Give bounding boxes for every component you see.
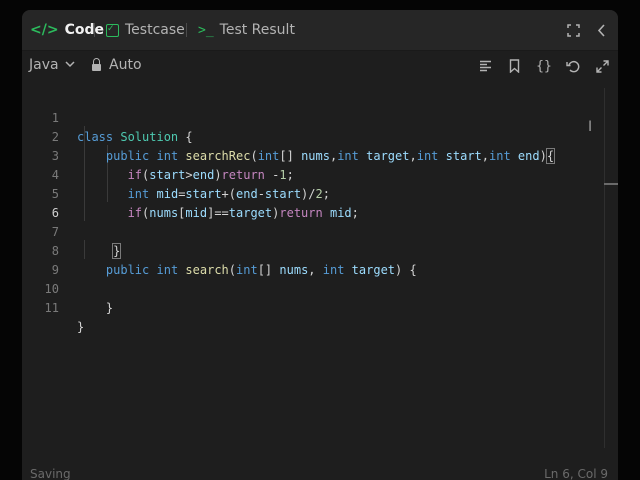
status-bar: Saving Ln 6, Col 9 — [22, 466, 618, 480]
chevron-down-icon — [65, 60, 75, 71]
tab-test-result[interactable]: >_ Test Result — [198, 10, 295, 50]
code-panel: </> Code ✓ Testcase >_ Test Result Java — [22, 10, 618, 480]
lock-icon — [92, 57, 101, 71]
text-cursor-icon: I — [588, 119, 593, 135]
code-line: 6 — [22, 185, 602, 220]
undo-icon[interactable] — [563, 56, 583, 76]
tab-divider — [186, 23, 187, 37]
save-status: Saving — [30, 467, 71, 480]
auto-mode-label: Auto — [109, 57, 142, 73]
code-line: 10 } — [22, 261, 602, 315]
code-line: 3 if(start>end)return -1; — [22, 128, 602, 182]
tab-code-label: Code — [64, 22, 104, 38]
auto-mode[interactable]: Auto — [92, 57, 142, 73]
code-line: 7 } — [22, 204, 602, 259]
code-line: 5 if(nums[mid]==target)return mid; — [22, 166, 602, 220]
line-number: 11 — [44, 301, 59, 315]
tab-testcase[interactable]: ✓ Testcase — [106, 10, 185, 50]
language-select[interactable]: Java — [29, 57, 75, 73]
tab-code[interactable]: </> Code — [30, 10, 104, 50]
code-line: 1 class Solution { — [22, 90, 602, 144]
code-text: } — [77, 320, 85, 334]
chevron-left-icon[interactable] — [592, 20, 612, 40]
code-text: } — [77, 301, 114, 315]
cursor-position: Ln 6, Col 9 — [544, 467, 608, 480]
expand-icon[interactable] — [563, 20, 583, 40]
editor-toolbar: Java Auto {} — [22, 51, 618, 81]
braces-icon[interactable]: {} — [534, 56, 554, 76]
code-line: 9 — [22, 242, 602, 277]
tab-bar: </> Code ✓ Testcase >_ Test Result — [22, 10, 618, 51]
diagonal-expand-icon[interactable] — [592, 56, 612, 76]
tab-divider — [94, 23, 95, 37]
code-line: 4 int mid=start+(end-start)/2; — [22, 147, 602, 201]
language-label: Java — [29, 57, 59, 73]
tab-testcase-label: Testcase — [125, 22, 185, 38]
code-line: 2 public int searchRec(int[] nums,int ta… — [22, 109, 602, 164]
code-brackets-icon: </> — [30, 22, 59, 38]
code-line: 11 } — [22, 280, 602, 334]
code-line: 8 public int search(int[] nums, int targ… — [22, 223, 602, 277]
scroll-position-marker — [604, 183, 618, 185]
bookmark-icon[interactable] — [504, 56, 524, 76]
code-editor[interactable]: 1 class Solution { 2 public int searchRe… — [22, 88, 618, 468]
align-left-icon[interactable] — [475, 56, 495, 76]
checkbox-icon: ✓ — [106, 23, 119, 37]
scrollbar[interactable] — [604, 88, 605, 448]
tab-test-result-label: Test Result — [219, 22, 295, 38]
terminal-icon: >_ — [198, 22, 214, 38]
